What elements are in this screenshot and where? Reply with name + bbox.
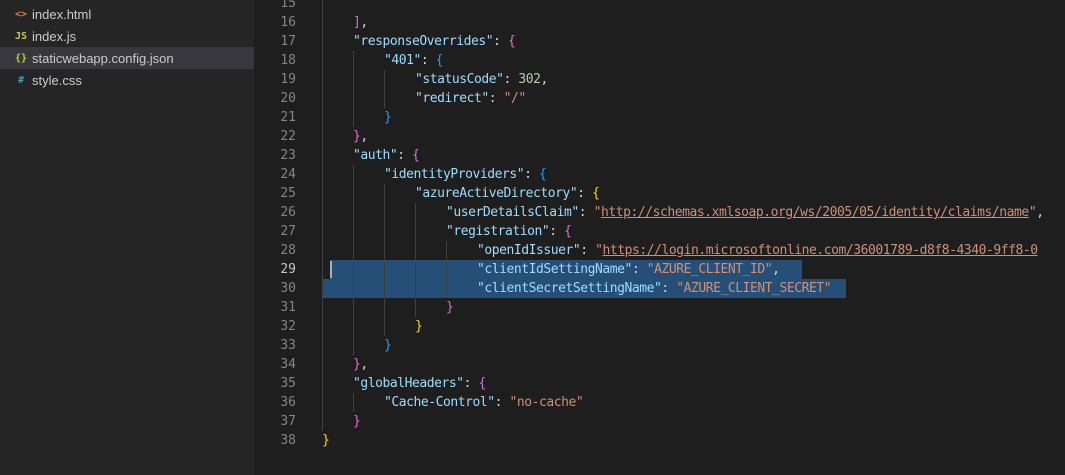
- code-editor[interactable]: 15 16], 17 "responseOverrides": { 18 "401": {…: [254, 0, 1065, 475]
- line-number: 28: [280, 243, 296, 258]
- code-text: }: [322, 433, 330, 448]
- file-label: style.css: [32, 72, 82, 88]
- line-number: 20: [280, 91, 296, 106]
- code-line[interactable]: 16],: [254, 13, 1065, 32]
- line-number: 33: [280, 338, 296, 353]
- code-line[interactable]: 38}: [254, 431, 1065, 450]
- line-number: 37: [280, 414, 296, 429]
- code-text: "statusCode": 302,: [415, 72, 548, 87]
- code-line[interactable]: 25 "azureActiveDirectory": {: [254, 184, 1065, 203]
- code-text: "redirect": "/": [415, 91, 526, 106]
- code-line[interactable]: 33}: [254, 336, 1065, 355]
- code-text: }: [353, 414, 361, 429]
- json-file-icon: {}: [14, 52, 28, 64]
- code-line[interactable]: 35 "globalHeaders": {: [254, 374, 1065, 393]
- code-text: "azureActiveDirectory": {: [415, 186, 600, 201]
- file-label: index.js: [32, 28, 77, 44]
- code-line[interactable]: 36 "Cache-Control": "no-cache": [254, 393, 1065, 412]
- code-line[interactable]: 31}: [254, 298, 1065, 317]
- code-text: "auth": {: [353, 148, 420, 163]
- code-line[interactable]: 18 "401": {: [254, 51, 1065, 70]
- line-number: 21: [280, 110, 296, 125]
- code-line[interactable]: 22},: [254, 127, 1065, 146]
- file-item-style-css[interactable]: # style.css: [0, 69, 254, 91]
- code-line[interactable]: 27 "registration": {: [254, 222, 1065, 241]
- code-line[interactable]: 24 "identityProviders": {: [254, 165, 1065, 184]
- html-file-icon: <>: [14, 8, 28, 20]
- code-text: ],: [353, 15, 368, 30]
- code-line[interactable]: 23 "auth": {: [254, 146, 1065, 165]
- code-text: }: [415, 319, 423, 334]
- line-number: 18: [280, 53, 296, 68]
- line-number: 23: [280, 148, 296, 163]
- line-number: 30: [280, 281, 296, 296]
- line-number: 25: [280, 186, 296, 201]
- line-number: 17: [280, 34, 296, 49]
- code-line[interactable]: 21}: [254, 108, 1065, 127]
- code-line[interactable]: 19 "statusCode": 302,: [254, 70, 1065, 89]
- line-number: 38: [280, 433, 296, 448]
- line-number: 34: [280, 357, 296, 372]
- code-text: "registration": {: [446, 224, 572, 239]
- code-text: "openIdIssuer": "https://login.microsoft…: [477, 243, 1038, 258]
- code-text: "401": {: [384, 53, 444, 68]
- line-number: 32: [280, 319, 296, 334]
- line-number: 19: [280, 72, 296, 87]
- code-text: "globalHeaders": {: [353, 376, 486, 391]
- line-number: 26: [280, 205, 296, 220]
- explorer-sidebar: <> index.html JS index.js {} staticwebapp.con…: [0, 0, 254, 475]
- line-number: 24: [280, 167, 296, 182]
- line-number: 31: [280, 300, 296, 315]
- code-line[interactable]: 26 "userDetailsClaim": "http://schemas.xm…: [254, 203, 1065, 222]
- code-text: },: [353, 357, 368, 372]
- code-text: }: [384, 338, 392, 353]
- code-text: "responseOverrides": {: [353, 34, 516, 49]
- line-number: 29: [280, 262, 296, 277]
- code-line[interactable]: 34},: [254, 355, 1065, 374]
- file-item-index-js[interactable]: JS index.js: [0, 25, 254, 47]
- css-file-icon: #: [17, 74, 25, 86]
- code-text: "identityProviders": {: [384, 167, 547, 182]
- code-text: "clientSecretSettingName": "AZURE_CLIENT…: [477, 281, 832, 296]
- line-number: 22: [280, 129, 296, 144]
- code-line[interactable]: 30 "clientSecretSettingName": "AZURE_CLIE…: [254, 279, 1065, 298]
- file-item-staticwebapp-config-json[interactable]: {} staticwebapp.config.json: [0, 47, 254, 69]
- code-line[interactable]: 37}: [254, 412, 1065, 431]
- code-line[interactable]: 15: [254, 0, 1065, 13]
- code-line[interactable]: 32}: [254, 317, 1065, 336]
- line-number: 15: [280, 0, 296, 11]
- code-text: }: [384, 110, 392, 125]
- line-number: 36: [280, 395, 296, 410]
- line-number: 16: [280, 15, 296, 30]
- file-label: staticwebapp.config.json: [32, 50, 174, 66]
- code-text: },: [353, 129, 368, 144]
- code-line[interactable]: 29 "clientIdSettingName": "AZURE_CLIENT_I…: [254, 260, 1065, 279]
- code-text: "Cache-Control": "no-cache": [384, 395, 584, 410]
- code-text: "clientIdSettingName": "AZURE_CLIENT_ID"…: [477, 262, 780, 277]
- js-file-icon: JS: [14, 30, 28, 42]
- code-line[interactable]: 20 "redirect": "/": [254, 89, 1065, 108]
- code-text: "userDetailsClaim": "http://schemas.xmls…: [446, 205, 1044, 220]
- file-label: index.html: [32, 6, 92, 22]
- line-number: 27: [280, 224, 296, 239]
- code-text: }: [446, 300, 454, 315]
- code-line[interactable]: 17 "responseOverrides": {: [254, 32, 1065, 51]
- line-number: 35: [280, 376, 296, 391]
- file-item-index-html[interactable]: <> index.html: [0, 3, 254, 25]
- code-line[interactable]: 28 "openIdIssuer": "https://login.microso…: [254, 241, 1065, 260]
